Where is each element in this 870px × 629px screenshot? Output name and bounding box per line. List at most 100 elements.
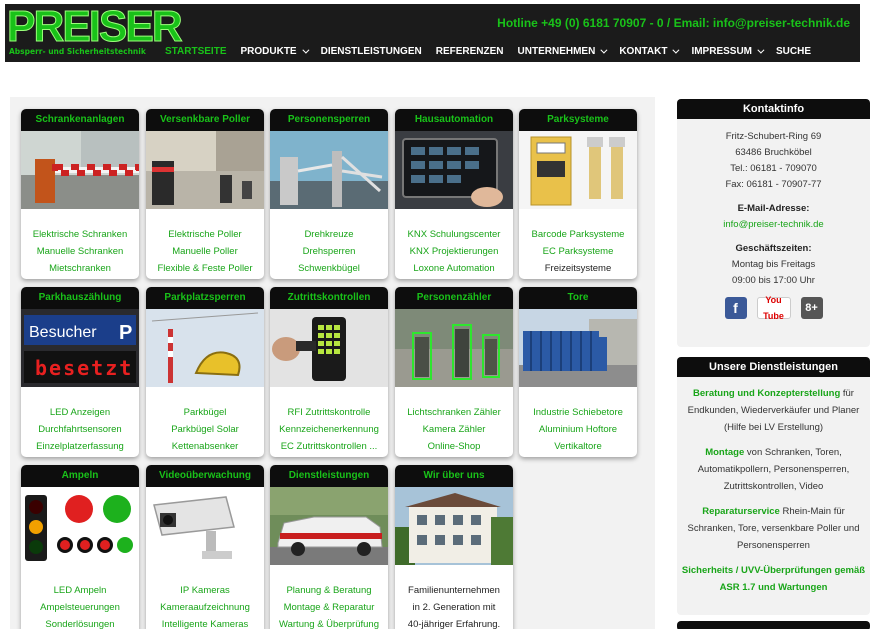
card-link[interactable]: Lichtschranken Zähler	[395, 404, 513, 421]
service-heading[interactable]: Montage	[705, 447, 744, 458]
card-schrankenanlagen[interactable]: Schrankenanlagen Elektrische Schranken M…	[21, 109, 139, 279]
card-link[interactable]: Wartung & Überprüfung	[270, 616, 388, 629]
card-link[interactable]: LED Anzeigen	[21, 404, 139, 421]
card-link[interactable]: Barcode Parksysteme	[519, 226, 637, 243]
card-title[interactable]: Personenzähler	[395, 287, 513, 309]
nav-produkte[interactable]: PRODUKTE	[240, 46, 310, 57]
hotline-text[interactable]: Hotline +49 (0) 6181 70907 - 0 / Email: …	[497, 16, 850, 30]
nav-unternehmen[interactable]: UNTERNEHMEN	[518, 46, 608, 57]
card-link[interactable]: Intelligente Kameras	[146, 616, 264, 629]
card-link[interactable]: KNX Schulungscenter	[395, 226, 513, 243]
phone-text[interactable]: Tel.: 06181 - 709070	[677, 161, 870, 177]
googleplus-icon[interactable]: 8+	[800, 297, 823, 319]
card-link[interactable]: Kameraaufzeichnung	[146, 599, 264, 616]
card-link[interactable]: Einzelplatzerfassung	[21, 438, 139, 455]
turnstile-image[interactable]	[270, 131, 388, 209]
card-link[interactable]: Vertikaltore	[519, 438, 637, 455]
card-link[interactable]: EC Zutrittskontrollen ...	[270, 438, 388, 455]
service-van-image[interactable]	[270, 487, 388, 565]
card-link[interactable]: Parkbügel Solar	[146, 421, 264, 438]
card-zutrittskontrollen[interactable]: Zutrittskontrollen RFI Zutrittskontrolle…	[270, 287, 388, 457]
parking-barrier-image[interactable]	[146, 309, 264, 387]
card-link[interactable]: Durchfahrtsensoren	[21, 421, 139, 438]
card-title[interactable]: Versenkbare Poller	[146, 109, 264, 131]
card-link[interactable]: Parkbügel	[146, 404, 264, 421]
preiser-logo[interactable]: PREISER Absperr- und Sicherheitstechnik	[7, 2, 184, 60]
card-link[interactable]: EC Parksysteme	[519, 243, 637, 260]
card-link[interactable]: Loxone Automation	[395, 260, 513, 277]
card-link[interactable]: Industrie Schiebetore	[519, 404, 637, 421]
card-link[interactable]: Drehkreuze	[270, 226, 388, 243]
card-link[interactable]: Kennzeichenerkennung	[270, 421, 388, 438]
nav-impressum[interactable]: IMPRESSUM	[691, 46, 765, 57]
service-heading[interactable]: Sicherheits / UVV-Überprüfungen gemäß AS…	[682, 565, 865, 593]
card-title[interactable]: Ampeln	[21, 465, 139, 487]
card-versenkbare-poller[interactable]: Versenkbare Poller Elektrische Poller Ma…	[146, 109, 264, 279]
bollard-image[interactable]	[146, 131, 264, 209]
card-ampeln[interactable]: Ampeln LED Ampeln Ampelsteuerungen Sonde…	[21, 465, 139, 629]
home-automation-image[interactable]	[395, 131, 513, 209]
nav-suche[interactable]: SUCHE	[776, 46, 811, 57]
card-parksysteme[interactable]: Parksysteme Barcode Parksysteme EC Parks…	[519, 109, 637, 279]
card-link[interactable]: Elektrische Schranken	[21, 226, 139, 243]
card-link[interactable]: Aluminium Hoftore	[519, 421, 637, 438]
access-control-image[interactable]	[270, 309, 388, 387]
card-title[interactable]: Personensperren	[270, 109, 388, 131]
card-link[interactable]: Ampelsteuerungen	[21, 599, 139, 616]
card-title[interactable]: Parkhauszählung	[21, 287, 139, 309]
card-link[interactable]: Online-Shop	[395, 438, 513, 455]
nav-dienstleistungen[interactable]: DIENSTLEISTUNGEN	[321, 46, 422, 57]
traffic-light-image[interactable]	[21, 487, 139, 565]
card-videoueberwachung[interactable]: Videoüberwachung IP Kameras Kameraaufzei…	[146, 465, 264, 629]
email-link[interactable]: info@preiser-technik.de	[677, 217, 870, 233]
card-dienstleistungen[interactable]: Dienstleistungen Planung & Beratung Mont…	[270, 465, 388, 629]
card-link[interactable]: Freizeitsysteme	[519, 260, 637, 277]
card-link[interactable]: Manuelle Schranken	[21, 243, 139, 260]
service-heading[interactable]: Beratung und Konzepterstellung	[693, 388, 840, 399]
service-heading[interactable]: Reparaturservice	[702, 506, 780, 517]
youtube-icon[interactable]: You Tube	[756, 295, 791, 321]
card-title[interactable]: Schrankenanlagen	[21, 109, 139, 131]
led-display-image[interactable]: Besucher P besetzt	[21, 309, 139, 387]
card-link[interactable]: LED Ampeln	[21, 582, 139, 599]
card-link[interactable]: RFI Zutrittskontrolle	[270, 404, 388, 421]
card-link[interactable]: Mietschranken	[21, 260, 139, 277]
card-title[interactable]: Dienstleistungen	[270, 465, 388, 487]
card-link[interactable]: Kettenabsenker	[146, 438, 264, 455]
card-link[interactable]: Sonderlösungen	[21, 616, 139, 629]
card-link[interactable]: Schwenkbügel	[270, 260, 388, 277]
card-link[interactable]: Elektrische Poller	[146, 226, 264, 243]
card-link[interactable]: KNX Projektierungen	[395, 243, 513, 260]
barrier-image[interactable]	[21, 131, 139, 209]
card-parkplatzsperren[interactable]: Parkplatzsperren Parkbügel Parkbügel Sol…	[146, 287, 264, 457]
nav-kontakt[interactable]: KONTAKT	[619, 46, 680, 57]
card-title[interactable]: Hausautomation	[395, 109, 513, 131]
card-personenzaehler[interactable]: Personenzähler Lichtschranken Zähler Kam…	[395, 287, 513, 457]
nav-referenzen[interactable]: REFERENZEN	[436, 46, 504, 57]
card-tore[interactable]: Tore Industrie Schiebetore Aluminium Hof…	[519, 287, 637, 457]
card-parkhauszaehlung[interactable]: Parkhauszählung Besucher P besetzt LED A…	[21, 287, 139, 457]
card-link[interactable]: IP Kameras	[146, 582, 264, 599]
card-link[interactable]: Planung & Beratung	[270, 582, 388, 599]
card-wir-ueber-uns[interactable]: Wir über uns Familienunternehmen in 2. G…	[395, 465, 513, 629]
gate-image[interactable]	[519, 309, 637, 387]
company-building-image[interactable]	[395, 487, 513, 565]
card-link[interactable]: Flexible & Feste Poller	[146, 260, 264, 277]
card-title[interactable]: Parkplatzsperren	[146, 287, 264, 309]
card-link[interactable]: Montage & Reparatur	[270, 599, 388, 616]
video-surveillance-image[interactable]	[146, 487, 264, 565]
people-counter-image[interactable]	[395, 309, 513, 387]
card-personensperren[interactable]: Personensperren Drehkreuze Drehsperren S…	[270, 109, 388, 279]
card-title[interactable]: Tore	[519, 287, 637, 309]
card-link[interactable]: Kamera Zähler	[395, 421, 513, 438]
card-title[interactable]: Zutrittskontrollen	[270, 287, 388, 309]
nav-startseite[interactable]: STARTSEITE	[165, 46, 226, 57]
facebook-icon[interactable]: f	[724, 297, 747, 319]
card-title[interactable]: Videoüberwachung	[146, 465, 264, 487]
card-title[interactable]: Wir über uns	[395, 465, 513, 487]
card-link[interactable]: Manuelle Poller	[146, 243, 264, 260]
card-link[interactable]: Drehsperren	[270, 243, 388, 260]
card-title[interactable]: Parksysteme	[519, 109, 637, 131]
parking-systems-image[interactable]	[519, 131, 637, 209]
card-hausautomation[interactable]: Hausautomation KNX Schulungscenter KNX P…	[395, 109, 513, 279]
